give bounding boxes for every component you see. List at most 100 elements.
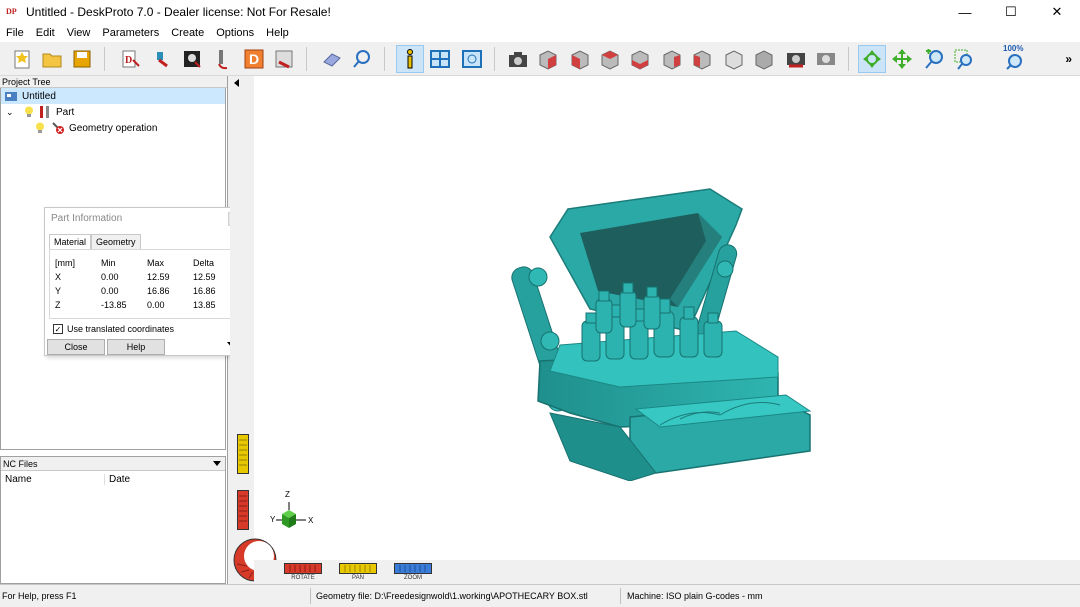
menu-view[interactable]: View [61, 27, 97, 39]
part-icon [38, 105, 52, 119]
dropdown-arrow-icon[interactable] [213, 461, 221, 466]
tree-item-untitled[interactable]: Untitled [1, 88, 225, 104]
close-button[interactable]: Close [47, 339, 105, 355]
nc-column-date[interactable]: Date [105, 474, 130, 485]
find-icon[interactable] [348, 45, 376, 73]
multi-view-icon[interactable] [458, 45, 486, 73]
lightbulb-icon[interactable] [35, 122, 47, 134]
axis-label-x: X [308, 516, 314, 525]
lightbulb-icon[interactable] [24, 106, 36, 118]
menu-help[interactable]: Help [260, 27, 295, 39]
help-button[interactable]: Help [107, 339, 165, 355]
table-cell-max: 0.00 [147, 300, 165, 310]
pan-mode-icon[interactable] [888, 45, 916, 73]
svg-text:D: D [249, 51, 259, 67]
nc-column-name[interactable]: Name [1, 473, 105, 485]
nc-files-panel: NC Files Name Date [0, 456, 226, 584]
axis-label-z: Z [285, 490, 290, 499]
zoom-dial-label: ZOOM [404, 575, 422, 581]
maximize-button[interactable]: ☐ [988, 0, 1034, 24]
view-right-icon[interactable] [658, 45, 686, 73]
status-geometry-file: Geometry file: D:\Freedesignwold\1.worki… [316, 591, 588, 601]
single-view-icon[interactable] [426, 45, 454, 73]
project-icon [4, 90, 18, 102]
part-information-panel: Part Information Material Geometry [mm] … [44, 207, 245, 356]
table-cell-min: 0.00 [101, 272, 119, 282]
info-icon[interactable] [396, 45, 424, 73]
zoom-100-label: 100% [1003, 44, 1024, 53]
3d-viewport[interactable]: Z Y X ROTATE PAN ZOOM [230, 76, 1080, 584]
tree-item-label: Part [56, 106, 75, 118]
create-d-icon[interactable]: D [240, 45, 268, 73]
view-plain-icon[interactable] [750, 45, 778, 73]
viewport-side-strip [230, 76, 254, 584]
tree-item-part[interactable]: ⌄ Part [1, 104, 225, 120]
new-file-icon[interactable] [8, 45, 36, 73]
table-cell-axis: Y [55, 286, 62, 296]
menu-file[interactable]: File [0, 27, 30, 39]
table-cell-max: 12.59 [147, 272, 170, 282]
checkbox-box[interactable]: ✓ [53, 324, 63, 334]
table-header: [mm] [55, 258, 75, 268]
menu-create[interactable]: Create [165, 27, 210, 39]
tree-item-geometry-operation[interactable]: Geometry operation [1, 120, 225, 136]
toolbar-overflow-button[interactable]: » [1065, 52, 1072, 66]
menu-edit[interactable]: Edit [30, 27, 61, 39]
table-cell-min: 0.00 [101, 286, 119, 296]
rotate-mode-icon[interactable] [858, 45, 886, 73]
status-machine: Machine: ISO plain G-codes - mm [627, 591, 763, 601]
app-icon: DP [6, 7, 17, 16]
view-top-icon[interactable] [688, 45, 716, 73]
tool-icon[interactable] [208, 45, 236, 73]
save-icon[interactable] [68, 45, 96, 73]
export-icon[interactable] [270, 45, 298, 73]
table-header: Min [101, 258, 116, 268]
nc-files-header: NC Files [3, 458, 38, 469]
table-cell-axis: X [55, 272, 62, 282]
dimensions-table: [mm] Min Max Delta X 0.00 12.59 12.59 Y … [49, 249, 242, 319]
camera-view-icon[interactable] [504, 45, 532, 73]
zoom-window-icon[interactable] [950, 45, 978, 73]
view-bottom-icon[interactable] [720, 45, 748, 73]
rotate-dial-label: ROTATE [291, 575, 315, 581]
chevron-down-icon[interactable]: ⌄ [6, 107, 16, 118]
import-part-icon[interactable] [148, 45, 176, 73]
table-cell-axis: Z [55, 300, 61, 310]
screenshot-icon[interactable] [812, 45, 840, 73]
minimize-button[interactable]: — [942, 0, 988, 24]
menu-parameters[interactable]: Parameters [96, 27, 165, 39]
table-header: Max [147, 258, 165, 268]
apothecary-box-model[interactable] [510, 181, 830, 481]
title-bar: DP Untitled - DeskProto 7.0 - Dealer lic… [0, 0, 1080, 24]
pan-dial-label: PAN [352, 575, 364, 581]
table-cell-min: -13.85 [101, 300, 127, 310]
view-front-icon[interactable] [566, 45, 594, 73]
menu-bar: File Edit View Parameters Create Options… [0, 24, 1080, 42]
render-icon[interactable] [782, 45, 810, 73]
translated-coordinates-checkbox[interactable]: ✓ Use translated coordinates [53, 324, 174, 334]
menu-options[interactable]: Options [210, 27, 260, 39]
import-bitmap-icon[interactable] [178, 45, 206, 73]
tab-material[interactable]: Material [49, 234, 92, 249]
window-title: Untitled - DeskProto 7.0 - Dealer licens… [26, 5, 331, 19]
zoom-100-icon[interactable]: 100% [1000, 44, 1028, 73]
import-geometry-icon[interactable]: D [116, 45, 144, 73]
tree-item-label: Geometry operation [69, 122, 158, 134]
axis-label-y: Y [270, 515, 276, 524]
part-information-title: Part Information [51, 213, 123, 224]
collapse-panel-icon[interactable] [234, 79, 239, 87]
table-cell-delta: 13.85 [193, 300, 216, 310]
close-window-button[interactable]: ✕ [1034, 0, 1080, 24]
view-left-icon[interactable] [626, 45, 654, 73]
tab-geometry[interactable]: Geometry [91, 234, 141, 249]
tree-item-label: Untitled [22, 90, 56, 102]
view-iso-icon[interactable] [534, 45, 562, 73]
view-back-icon[interactable] [596, 45, 624, 73]
svg-text:D: D [125, 55, 132, 66]
table-header: Delta [193, 258, 215, 268]
vertical-pan-dial[interactable] [237, 434, 249, 477]
eraser-icon[interactable] [318, 45, 346, 73]
open-folder-icon[interactable] [38, 45, 66, 73]
zoom-mode-icon[interactable] [920, 45, 948, 73]
vertical-rotate-dial[interactable] [237, 490, 249, 533]
